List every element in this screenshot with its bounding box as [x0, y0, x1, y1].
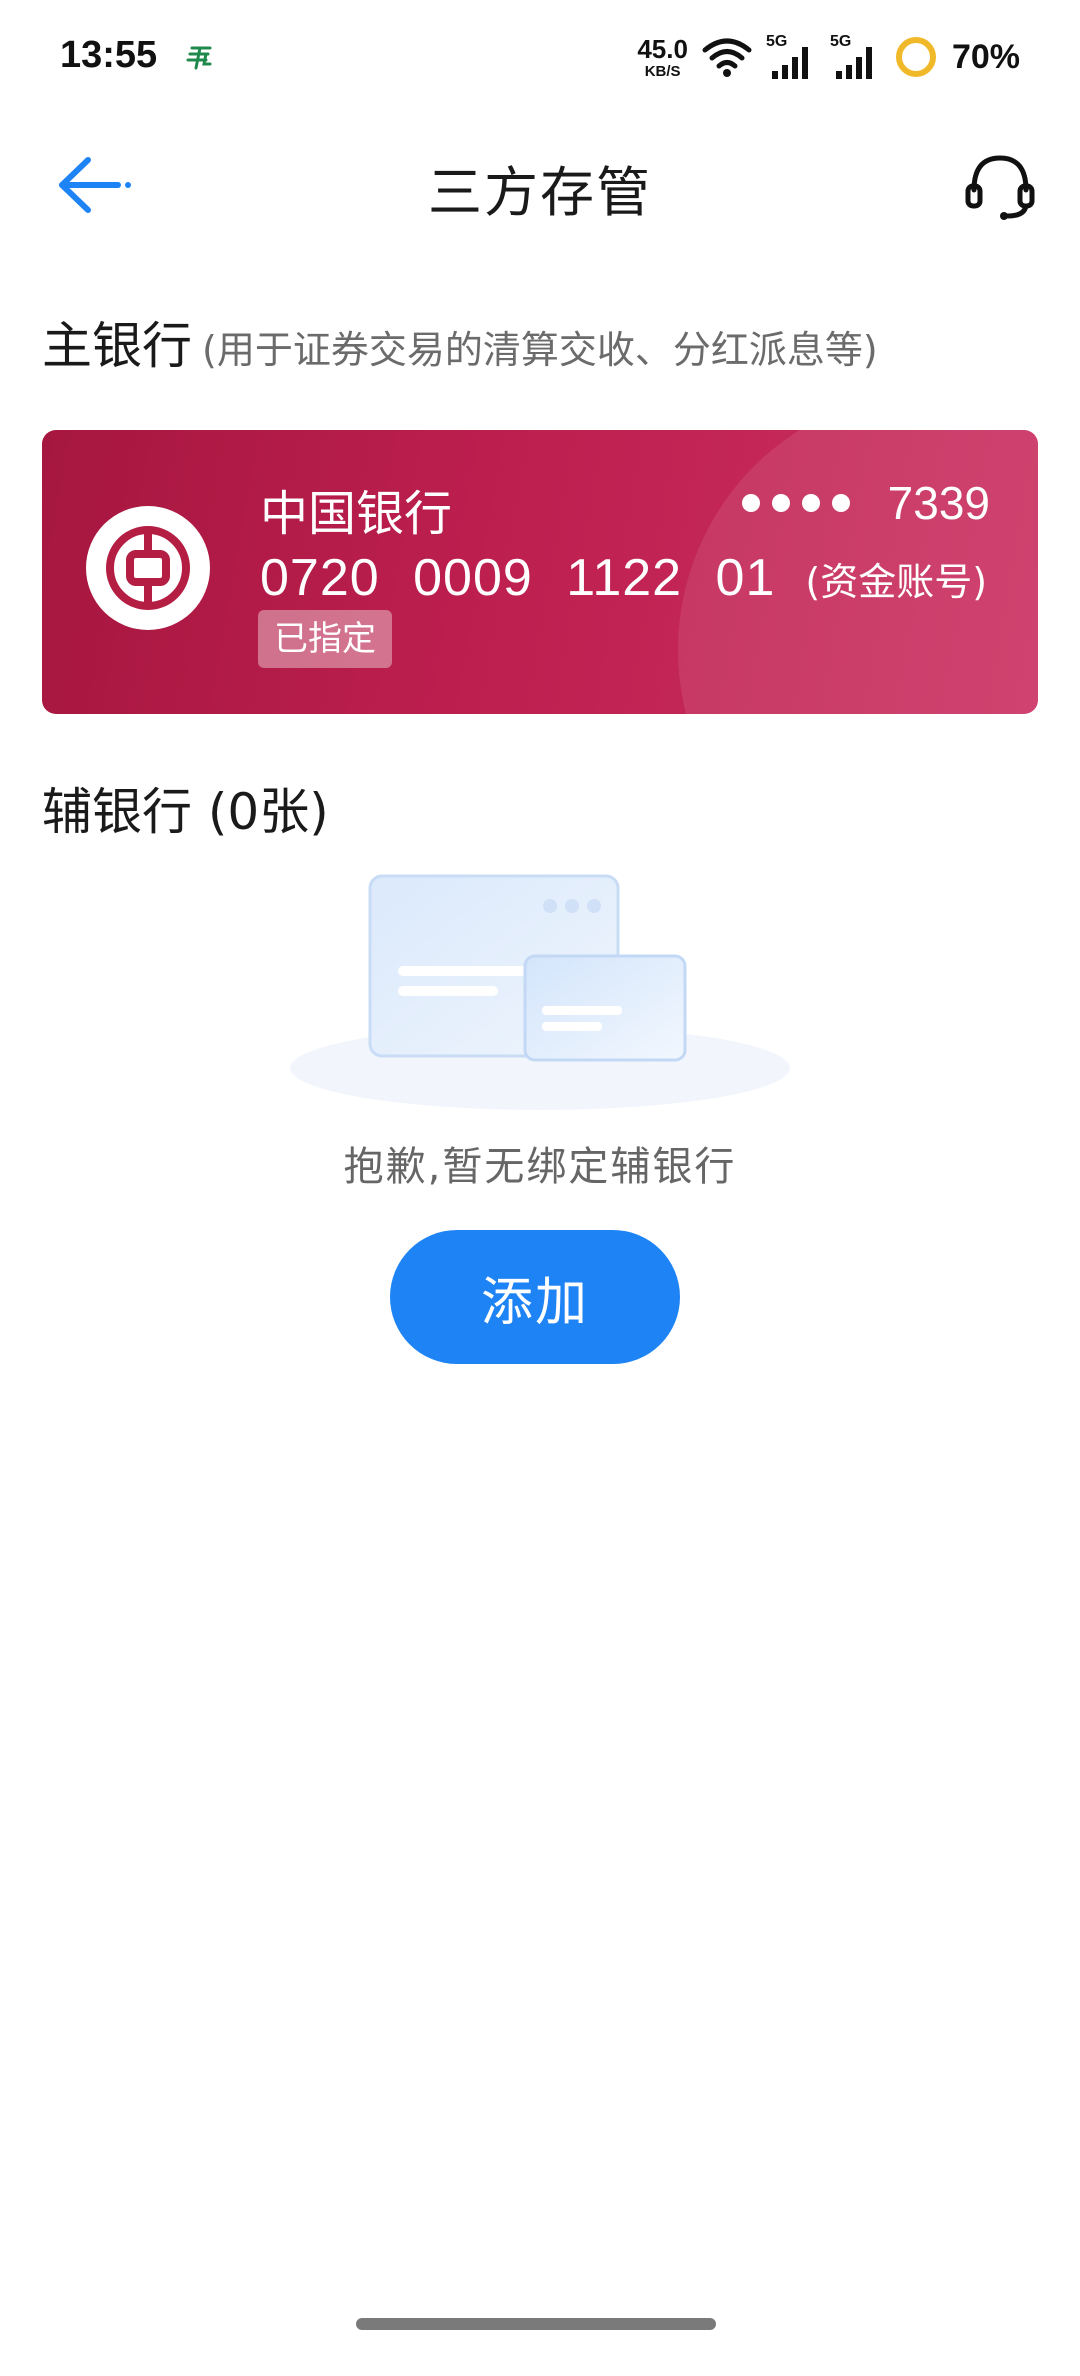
mask-dot: [801, 494, 820, 512]
bank-name: 中国银行: [260, 486, 453, 542]
mask-dot: [741, 494, 760, 512]
account-row: 0720 0009 1122 01 (资金账号): [260, 548, 987, 608]
mask-dot: [771, 494, 790, 512]
net-speed: 45.0 KB/S: [637, 36, 688, 79]
mask-dots: [741, 494, 850, 512]
account-tag: (资金账号): [805, 560, 988, 604]
page-title: 三方存管: [428, 161, 652, 224]
signal-icon: [771, 47, 808, 79]
bank-logo: [86, 506, 210, 630]
battery-ring-icon: [895, 37, 936, 77]
empty-state-text: 抱歉,暂无绑定辅银行: [343, 1144, 737, 1190]
main-bank-heading: 主银行 (用于证券交易的清算交收、分红派息等): [42, 306, 878, 378]
status-bar: 13:55 45.0 KB/S 5G 5G 70%: [0, 0, 1080, 118]
net-speed-unit: KB/S: [644, 62, 681, 80]
net-speed-value: 45.0: [637, 33, 688, 64]
status-right-group: 45.0 KB/S 5G 5G 70%: [637, 32, 1020, 82]
signal-group-2: 5G: [830, 33, 880, 81]
status-time: 13:55: [60, 34, 158, 76]
aux-bank-title: 辅银行 (0张): [42, 783, 329, 841]
empty-cards-illustration: [290, 874, 790, 1110]
main-bank-subtitle: (用于证券交易的清算交收、分红派息等): [202, 328, 878, 372]
card-tail-number: 7339: [887, 477, 990, 529]
page-root: 13:55 45.0 KB/S 5G 5G 70% 三方存管 主银行 (用于证券…: [0, 0, 1080, 2376]
masked-card-number: 7339: [741, 476, 990, 530]
add-aux-bank-button[interactable]: 添加: [390, 1230, 680, 1364]
china-post-icon: [186, 46, 212, 70]
home-indicator[interactable]: [356, 2318, 716, 2330]
account-number: 0720 0009 1122 01: [260, 549, 776, 607]
signal-icon: [835, 47, 872, 79]
headset-icon[interactable]: [962, 148, 1038, 224]
mask-dot: [831, 494, 850, 512]
signal-group-1: 5G: [766, 33, 816, 81]
status-badge: 已指定: [258, 610, 392, 668]
battery-percent: 70%: [951, 37, 1020, 76]
wifi-icon: [702, 38, 752, 77]
main-bank-title: 主银行: [42, 317, 192, 375]
nav-bar: 三方存管: [0, 118, 1080, 252]
main-bank-card[interactable]: 中国银行 7339 0720 0009 1122 01 (资金账号) 已指定: [42, 430, 1038, 714]
bank-of-china-icon: [106, 526, 190, 610]
